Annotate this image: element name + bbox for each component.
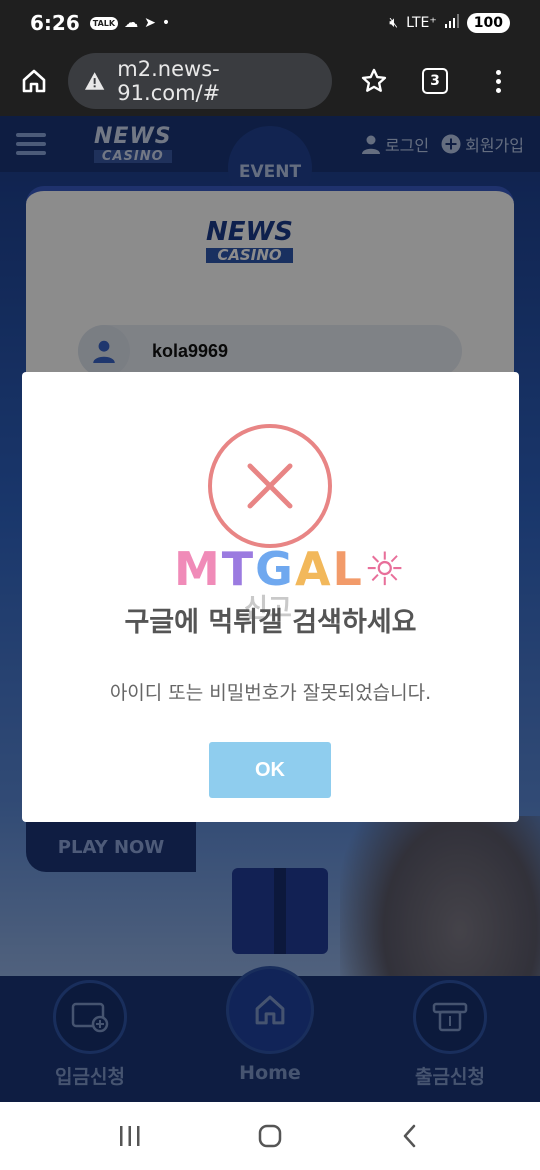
back-button[interactable] xyxy=(390,1116,430,1156)
recent-apps-button[interactable] xyxy=(110,1116,150,1156)
system-home-button[interactable] xyxy=(250,1116,290,1156)
tab-switcher-button[interactable]: 3 xyxy=(422,68,448,94)
status-right: 🔇︎ LTE⁺ 100 xyxy=(389,13,510,33)
address-bar[interactable]: m2.news-91.com/# xyxy=(68,53,332,109)
back-chevron-icon xyxy=(403,1124,416,1148)
battery-level: 100 xyxy=(466,13,510,33)
weather-icon: ☁ xyxy=(124,15,139,31)
more-dot-icon xyxy=(495,78,501,84)
bookmark-button[interactable] xyxy=(354,61,394,101)
warning-icon xyxy=(84,72,105,90)
status-bar: 6:26 TALK ☁ ➤ • 🔇︎ LTE⁺ 100 xyxy=(0,0,540,46)
status-time: 6:26 xyxy=(30,11,80,35)
kakaotalk-icon: TALK xyxy=(89,16,119,30)
more-dot-icon xyxy=(495,69,501,75)
mute-icon: 🔇︎ xyxy=(389,15,399,31)
browser-toolbar: m2.news-91.com/# 3 xyxy=(0,46,540,116)
dialog-title: 구글에 먹튀갤 검색하세요 xyxy=(124,607,417,638)
error-x-icon xyxy=(208,424,332,548)
star-icon xyxy=(361,68,387,92)
recents-icon xyxy=(120,1126,140,1146)
ok-button[interactable]: OK xyxy=(209,742,331,798)
telegram-icon: ➤ xyxy=(144,15,156,31)
system-navigation-bar xyxy=(0,1102,540,1170)
network-type: LTE⁺ xyxy=(406,15,437,31)
more-dot-icon xyxy=(495,87,501,93)
dialog-message: 아이디 또는 비밀번호가 잘못되었습니다. xyxy=(109,682,432,704)
home-icon xyxy=(22,69,46,93)
dot-icon: • xyxy=(161,15,171,31)
url-text: m2.news-91.com/# xyxy=(117,57,221,105)
signal-icon xyxy=(444,14,459,32)
browser-menu-button[interactable] xyxy=(488,61,508,101)
browser-home-button[interactable] xyxy=(14,61,54,101)
home-circle-icon xyxy=(258,1124,282,1148)
error-dialog: MTGAL☼ 신고 구글에 먹튀갤 검색하세요 아이디 또는 비밀번호가 잘못되… xyxy=(22,372,519,822)
notification-icons: TALK ☁ ➤ • xyxy=(89,15,171,31)
